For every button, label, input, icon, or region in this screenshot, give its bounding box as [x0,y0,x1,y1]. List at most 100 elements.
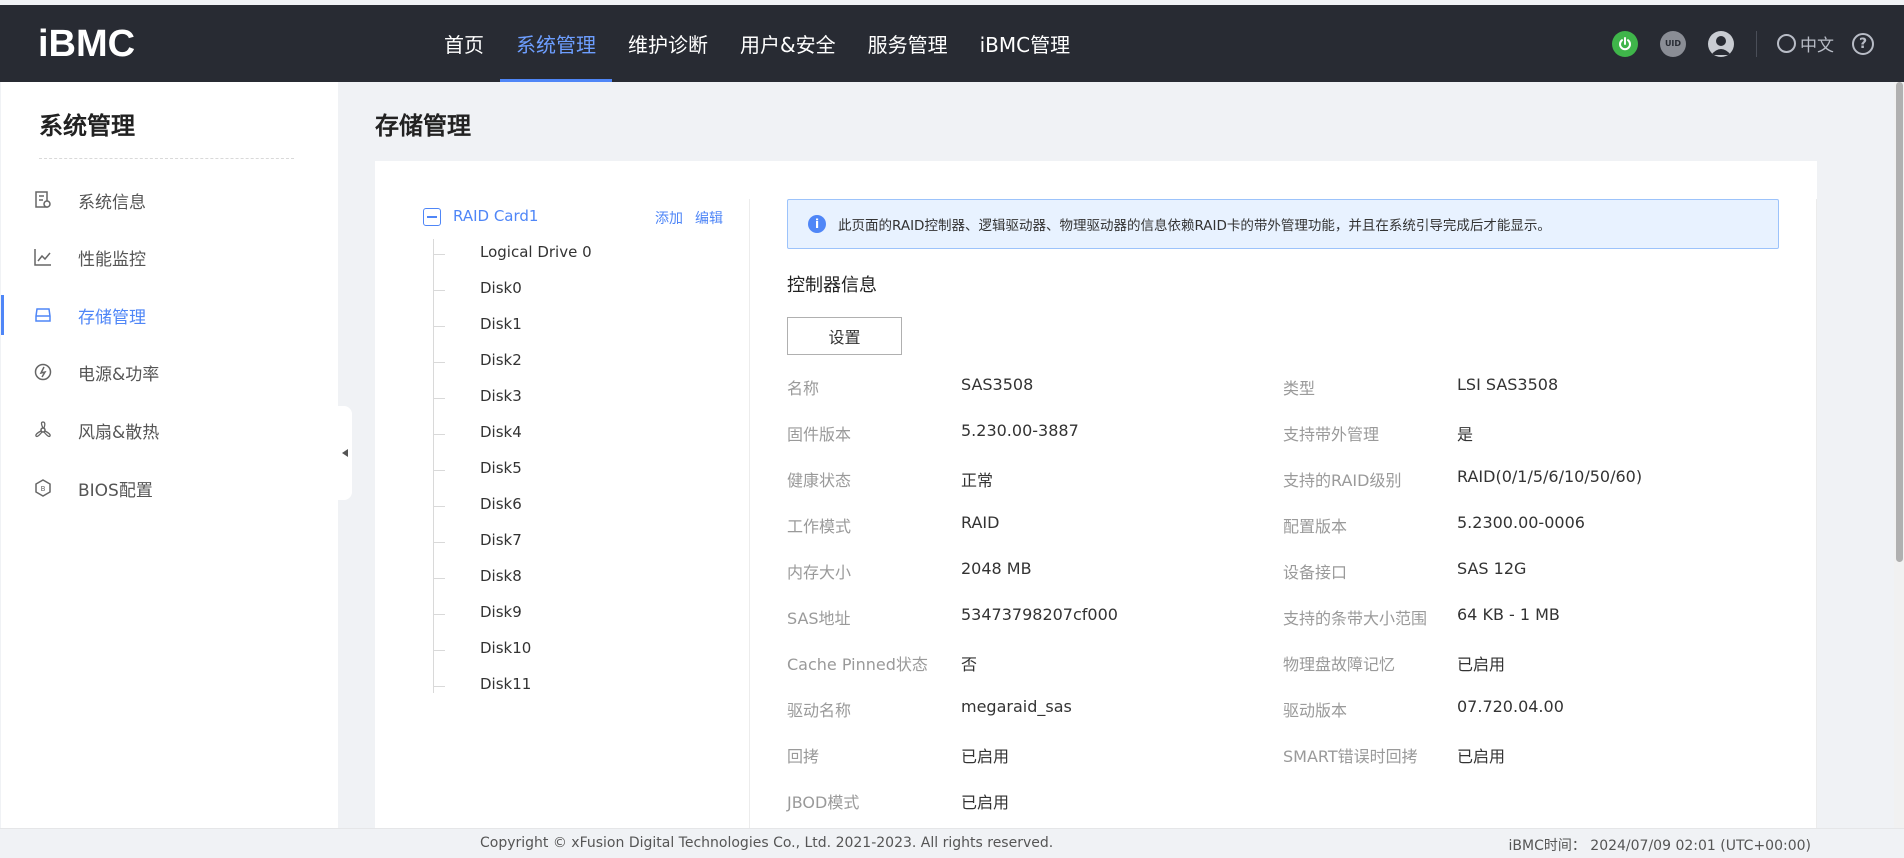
sidebar-title: 系统管理 [39,112,135,140]
field-value: RAID(0/1/5/6/10/50/60) [1457,467,1643,486]
sidebar-item-fan[interactable]: 风扇&散热 [1,406,337,454]
tree-node-label: Disk5 [480,459,522,477]
page-title: 存储管理 [375,112,471,140]
nav-home[interactable]: 首页 [428,5,500,82]
sidebar-item-bios[interactable]: B BIOS配置 [1,464,337,512]
nav-maintenance[interactable]: 维护诊断 [612,5,724,82]
field-label: JBOD模式 [787,793,860,812]
help-icon[interactable]: ? [1852,32,1874,55]
panel-divider [749,199,750,828]
sidebar-item-label: 性能监控 [78,249,146,270]
sidebar-item-system-info[interactable]: 系统信息 [1,176,337,224]
field-value: 已启用 [961,793,1010,812]
tree-node[interactable]: Disk7 [433,529,693,555]
field-value: 是 [1457,425,1474,444]
main-panel: RAID Card1 添加 编辑 Logical Drive 0 Disk0 D… [375,161,1817,828]
tree-node-label: Disk7 [480,531,522,549]
power-icon [34,363,52,381]
controller-info-title: 控制器信息 [787,275,877,296]
field-label: 支持的条带大小范围 [1283,609,1428,628]
tree-node[interactable]: Disk0 [433,277,693,303]
tree-node[interactable]: Disk5 [433,457,693,483]
bios-icon: B [35,479,51,497]
nav-ibmc-management[interactable]: iBMC管理 [964,5,1087,82]
nav-user-security[interactable]: 用户&安全 [724,5,852,82]
sidebar-item-label: 系统信息 [78,192,146,213]
logo: iBMC [38,23,136,65]
tree-node-label: Disk11 [480,675,532,693]
edit-link[interactable]: 编辑 [695,208,723,228]
tree-node[interactable]: Disk2 [433,349,693,375]
tree-node[interactable]: Disk11 [433,673,693,699]
field-label: 内存大小 [787,563,852,582]
tree-node[interactable]: Disk9 [433,601,693,627]
fan-icon [35,421,51,438]
field-label: 固件版本 [787,425,852,444]
tree-node[interactable]: Disk1 [433,313,693,339]
sidebar-collapse-handle[interactable] [338,406,352,500]
field-label: Cache Pinned状态 [787,655,928,674]
sidebar-item-power[interactable]: 电源&功率 [1,348,337,396]
tree-node-label: Logical Drive 0 [480,243,592,261]
field-label: 驱动名称 [787,701,852,720]
tree-node-label: Disk8 [480,567,522,585]
field-value: 已启用 [1457,655,1506,674]
field-label: 类型 [1283,379,1316,398]
nav-system-management[interactable]: 系统管理 [500,5,612,82]
nav-service-management[interactable]: 服务管理 [852,5,964,82]
info-banner: i 此页面的RAID控制器、逻辑驱动器、物理驱动器的信息依赖RAID卡的带外管理… [787,199,1779,249]
tree-node-label: Disk0 [480,279,522,297]
sidebar-item-label: 电源&功率 [78,364,160,385]
tree-root-label[interactable]: RAID Card1 [453,207,538,225]
scrollbar-thumb[interactable] [1896,82,1903,562]
add-link[interactable]: 添加 [655,208,683,228]
uid-icon[interactable]: UID [1660,30,1686,57]
toolbar-divider [1756,30,1757,57]
field-label: 物理盘故障记忆 [1283,655,1396,674]
tree-node[interactable]: Disk6 [433,493,693,519]
sidebar-divider [39,158,294,159]
chart-icon [34,249,51,266]
field-label: 回拷 [787,747,820,766]
tree-node[interactable]: Disk4 [433,421,693,447]
sidebar-item-label: 存储管理 [78,307,146,328]
footer: Copyright © xFusion Digital Technologies… [0,828,1904,858]
sidebar-item-performance[interactable]: 性能监控 [1,233,337,281]
tree-node[interactable]: Logical Drive 0 [433,241,693,267]
tree-node[interactable]: Disk10 [433,637,693,663]
sidebar-item-label: 风扇&散热 [78,422,160,443]
info-banner-text: 此页面的RAID控制器、逻辑驱动器、物理驱动器的信息依赖RAID卡的带外管理功能… [838,218,1551,234]
collapse-minus-icon[interactable] [423,208,441,226]
sidebar-item-storage[interactable]: 存储管理 [1,291,337,339]
storage-icon [35,308,51,322]
power-icon[interactable] [1612,30,1638,57]
field-value: megaraid_sas [961,697,1072,716]
tree-root[interactable]: RAID Card1 添加 编辑 [423,201,723,227]
svg-text:B: B [41,485,46,493]
field-label: 支持带外管理 [1283,425,1380,444]
field-label: 工作模式 [787,517,852,536]
uid-label: UID [1664,39,1682,48]
field-value: 64 KB - 1 MB [1457,605,1560,624]
field-label: 支持的RAID级别 [1283,471,1402,490]
tree-node-label: Disk1 [480,315,522,333]
settings-button[interactable]: 设置 [787,317,902,355]
system-info-icon [35,191,51,208]
field-value: 5.2300.00-0006 [1457,513,1585,532]
caret-left-icon [342,449,348,457]
field-label: SMART错误时回拷 [1283,747,1418,766]
panel-divider-right [1816,199,1817,828]
tree-node[interactable]: Disk8 [433,565,693,591]
field-value: 正常 [961,471,994,490]
tree-node-label: Disk6 [480,495,522,513]
tree-actions: 添加 编辑 [655,208,723,228]
tree-node-label: Disk10 [480,639,532,657]
copyright-text: Copyright © xFusion Digital Technologies… [480,835,1054,851]
tree-node[interactable]: Disk3 [433,385,693,411]
field-value: 07.720.04.00 [1457,697,1564,716]
language-switcher[interactable]: 中文 [1777,31,1834,56]
field-value: SAS 12G [1457,559,1527,578]
user-avatar-icon[interactable] [1708,30,1734,57]
field-label: 设备接口 [1283,563,1348,582]
top-right-controls: UID 中文 ? [1590,5,1874,82]
